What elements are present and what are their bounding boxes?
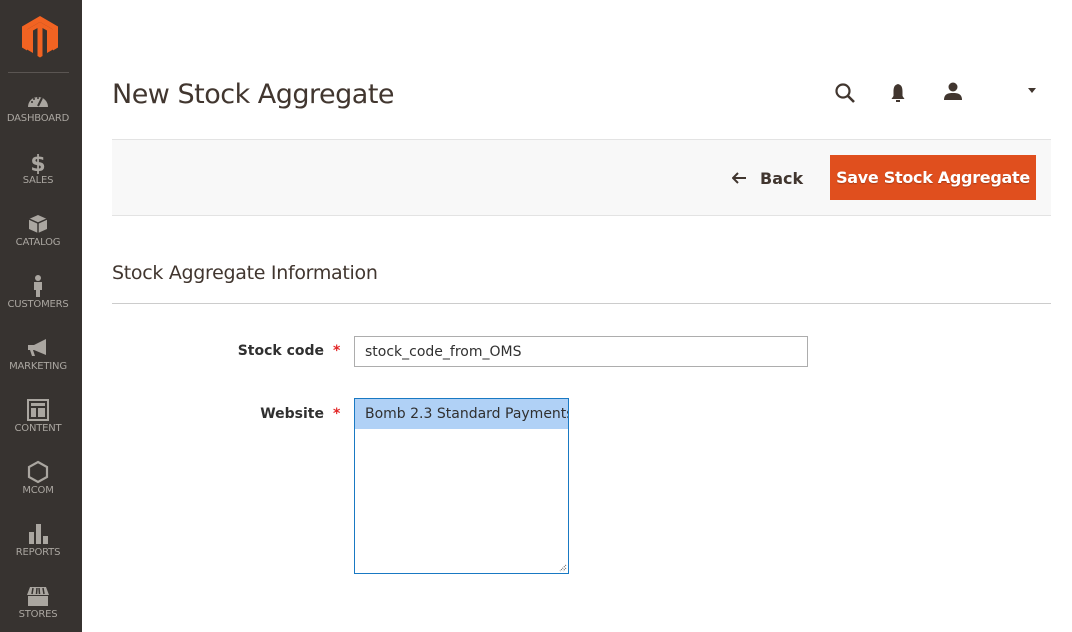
sidebar-item-label: MCOM — [22, 485, 54, 496]
svg-text:$: $ — [30, 152, 45, 174]
website-option-selected[interactable]: Bomb 2.3 Standard Payments — [355, 399, 568, 429]
section-title: Stock Aggregate Information — [112, 262, 378, 284]
website-multiselect[interactable]: Bomb 2.3 Standard Payments — [354, 398, 569, 574]
arrow-left-icon — [732, 172, 746, 184]
sidebar-item-label: SALES — [22, 175, 54, 186]
sidebar-item-customers[interactable]: CUSTOMERS — [0, 274, 76, 310]
page-title: New Stock Aggregate — [112, 79, 395, 110]
required-marker: * — [333, 406, 341, 422]
user-icon[interactable] — [943, 81, 963, 101]
sidebar-item-mcom[interactable]: MCOM — [0, 460, 76, 496]
back-button-label: Back — [760, 168, 804, 188]
dashboard-gauge-icon — [28, 97, 48, 107]
sidebar-item-reports[interactable]: REPORTS — [0, 522, 76, 558]
sidebar-divider — [8, 72, 69, 73]
sidebar-item-label: CONTENT — [14, 423, 62, 434]
sidebar-item-label: REPORTS — [15, 547, 61, 558]
magento-logo-icon[interactable] — [22, 16, 58, 58]
page-actions-toolbar: Back Save Stock Aggregate — [112, 139, 1051, 216]
sidebar-item-stores[interactable]: STORES — [0, 584, 76, 620]
storefront-icon — [27, 587, 49, 606]
save-stock-aggregate-button[interactable]: Save Stock Aggregate — [830, 155, 1036, 200]
sidebar-item-label: STORES — [18, 609, 58, 620]
person-icon — [34, 275, 42, 297]
megaphone-icon — [28, 339, 46, 356]
bell-icon[interactable] — [890, 83, 906, 103]
sidebar-item-catalog[interactable]: CATALOG — [0, 212, 76, 248]
sidebar-item-content[interactable]: CONTENT — [0, 398, 76, 434]
bar-chart-icon — [29, 524, 48, 544]
sidebar-item-label: DASHBOARD — [6, 113, 70, 124]
layout-icon — [27, 399, 49, 421]
resize-handle-icon[interactable] — [558, 563, 567, 572]
stock-code-input[interactable] — [354, 336, 808, 367]
sidebar-item-label: CATALOG — [15, 237, 61, 248]
section-divider — [112, 303, 1051, 304]
website-label: Website — [260, 406, 324, 422]
sidebar-item-label: MARKETING — [9, 361, 67, 372]
back-button[interactable]: Back — [732, 167, 803, 189]
sidebar-item-marketing[interactable]: MARKETING — [0, 336, 76, 372]
sidebar-item-dashboard[interactable]: DASHBOARD — [0, 88, 76, 124]
sidebar-item-label: CUSTOMERS — [7, 299, 69, 310]
header-actions — [830, 80, 1050, 106]
required-marker: * — [333, 343, 341, 359]
sidebar-item-sales[interactable]: $ SALES — [0, 150, 76, 186]
box-icon — [28, 215, 48, 233]
dollar-icon: $ — [30, 152, 45, 174]
hexagon-icon — [27, 460, 49, 484]
stock-code-label: Stock code — [237, 343, 324, 359]
search-icon[interactable] — [834, 82, 856, 104]
caret-down-icon[interactable] — [1028, 88, 1036, 94]
admin-sidebar: DASHBOARD $ SALES CATALOG CUSTOMERS MARK… — [0, 0, 82, 632]
